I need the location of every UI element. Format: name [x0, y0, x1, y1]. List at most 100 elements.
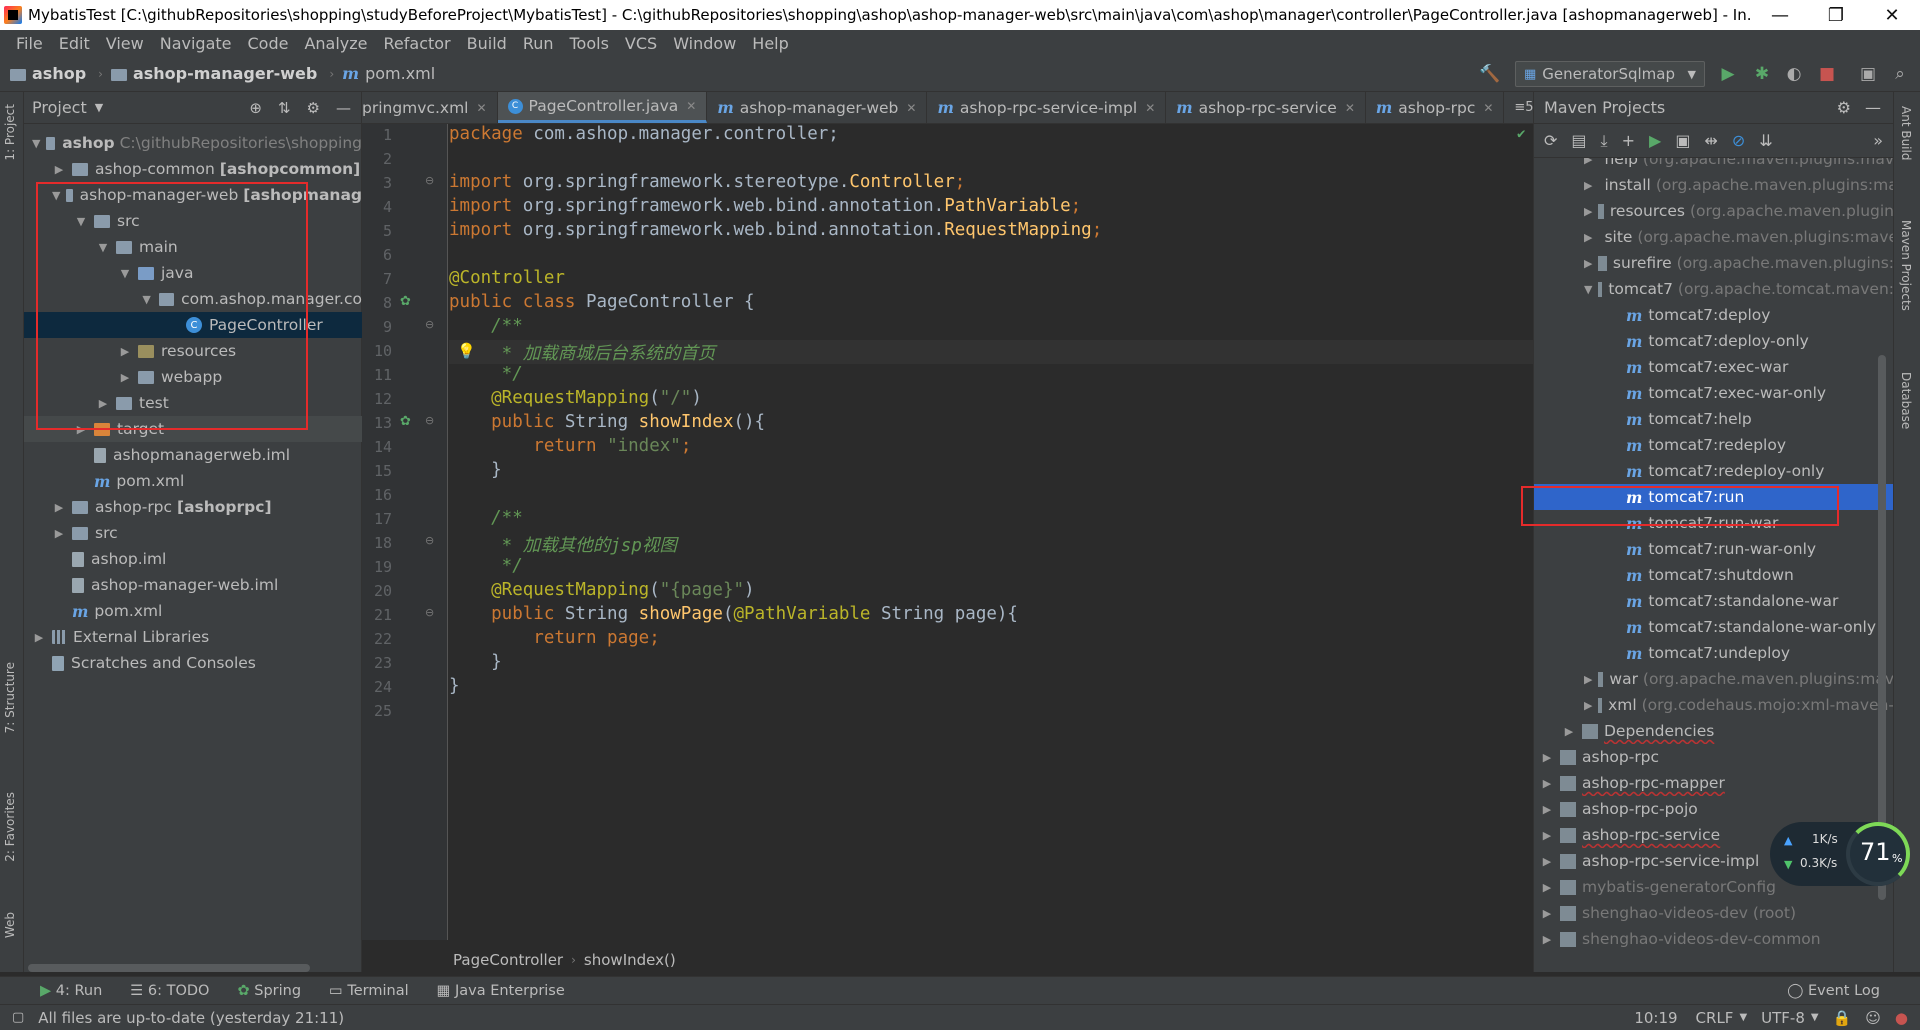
collapse-all-icon[interactable]: ⇊ — [1759, 131, 1772, 150]
build-hammer-icon[interactable]: 🔨 — [1478, 62, 1502, 86]
maven-goal-run-war-only[interactable]: m tomcat7:run-war-only — [1534, 536, 1894, 562]
maven-goal-redeploy[interactable]: m tomcat7:redeploy — [1534, 432, 1894, 458]
tree-item-manager-web-iml[interactable]: ashop-manager-web.iml — [24, 572, 362, 598]
minimize-button[interactable]: — — [1752, 0, 1808, 30]
maximize-button[interactable]: ❐ — [1808, 0, 1864, 30]
inspection-ok-icon[interactable]: ✔ — [1517, 126, 1525, 142]
maven-goal-standalone-war-only[interactable]: m tomcat7:standalone-war-only — [1534, 614, 1894, 640]
maven-project-videos-dev[interactable]: ▶ shenghao-videos-dev (root) — [1534, 900, 1894, 926]
close-icon[interactable]: ✕ — [476, 101, 486, 115]
tab-rpc[interactable]: m ashop-rpc ✕ — [1366, 92, 1505, 123]
spring-bean-icon[interactable]: ✿ — [400, 294, 411, 309]
fold-icon[interactable]: ⊖ — [425, 606, 434, 619]
tree-item-ashop-rpc[interactable]: ▶ ashop-rpc [ashoprpc] — [24, 494, 362, 520]
download-icon[interactable]: ⤓ — [1601, 131, 1608, 151]
maven-goal-standalone-war[interactable]: m tomcat7:standalone-war — [1534, 588, 1894, 614]
close-icon[interactable]: ✕ — [1483, 101, 1493, 115]
tool-tab-structure[interactable]: 7: Structure — [3, 662, 17, 733]
lightbulb-icon[interactable]: 💡 — [457, 342, 476, 360]
fold-icon[interactable]: ⊖ — [425, 318, 434, 331]
project-view-selector[interactable]: Project — [32, 98, 87, 117]
maven-dependencies[interactable]: ▶ Dependencies — [1534, 718, 1894, 744]
tool-terminal[interactable]: ▭ Terminal — [329, 983, 409, 999]
code-editor[interactable]: package com.ashop.manager.controller; im… — [449, 124, 1533, 940]
fold-icon[interactable]: ⊖ — [425, 414, 434, 427]
nav-crumb-ashop[interactable]: ashop — [10, 64, 86, 83]
collapse-icon[interactable]: ⇅ — [278, 99, 291, 117]
debug-icon[interactable]: ✱ — [1750, 62, 1774, 86]
lock-icon[interactable]: 🔒 — [1833, 1009, 1852, 1027]
spring-mapping-icon[interactable]: ✿ — [400, 414, 411, 429]
fold-icon[interactable]: ⊖ — [425, 174, 434, 187]
menu-tools[interactable]: Tools — [562, 34, 617, 53]
generate-sources-icon[interactable]: ▤ — [1571, 131, 1586, 150]
hide-icon[interactable]: — — [336, 99, 351, 117]
tool-java-enterprise[interactable]: ▦ Java Enterprise — [437, 983, 565, 999]
line-separator[interactable]: CRLF — [1696, 1009, 1734, 1027]
fold-icon[interactable]: ⊖ — [425, 534, 434, 547]
maven-goal-exec-war-only[interactable]: m tomcat7:exec-war-only — [1534, 380, 1894, 406]
tool-tab-favorites[interactable]: 2: Favorites — [3, 792, 17, 862]
chevron-down-icon[interactable]: ▼ — [95, 101, 103, 114]
toggle-offline-icon[interactable]: ⇹ — [1704, 131, 1717, 150]
maven-project-ashop-rpc-mapper[interactable]: ▶ ashop-rpc-mapper — [1534, 770, 1894, 796]
maven-goal-deploy[interactable]: m tomcat7:deploy — [1534, 302, 1894, 328]
gear-icon[interactable]: ⚙ — [307, 99, 320, 117]
maven-plugin-site[interactable]: ▶ site (org.apache.maven.plugins:mave — [1534, 224, 1894, 250]
tree-item-external-libraries[interactable]: ▶ External Libraries — [24, 624, 362, 650]
nav-crumb-pom[interactable]: m pom.xml — [342, 64, 435, 83]
menu-edit[interactable]: Edit — [51, 34, 98, 53]
project-structure-icon[interactable]: ▣ — [1856, 62, 1880, 86]
maven-goal-redeploy-only[interactable]: m tomcat7:redeploy-only — [1534, 458, 1894, 484]
toggle-tool-windows-icon[interactable]: ▢ — [12, 1010, 24, 1025]
menu-refactor[interactable]: Refactor — [376, 34, 459, 53]
maven-goal-shutdown[interactable]: m tomcat7:shutdown — [1534, 562, 1894, 588]
maven-plugin-install[interactable]: ▶ install (org.apache.maven.plugins:ma — [1534, 172, 1894, 198]
tool-event-log[interactable]: ◯ Event Log — [1787, 983, 1880, 999]
menu-window[interactable]: Window — [665, 34, 744, 53]
tab-manager-web[interactable]: m ashop-manager-web ✕ — [707, 92, 928, 123]
more-icon[interactable]: » — [1873, 131, 1883, 150]
maven-plugin-surefire[interactable]: ▶ surefire (org.apache.maven.plugins: — [1534, 250, 1894, 276]
notification-icon[interactable]: ● — [1895, 1009, 1908, 1027]
tool-tab-ant-build[interactable]: Ant Build — [1899, 106, 1913, 160]
run-icon[interactable]: ▶ — [1716, 62, 1740, 86]
menu-help[interactable]: Help — [744, 34, 796, 53]
close-icon[interactable]: ✕ — [1145, 101, 1155, 115]
locate-icon[interactable]: ⊕ — [249, 99, 262, 117]
maven-project-videos-dev-common[interactable]: ▶ shenghao-videos-dev-common — [1534, 926, 1894, 952]
inspector-icon[interactable]: ☺ — [1865, 1009, 1881, 1027]
skip-tests-icon[interactable]: ⊘ — [1732, 131, 1745, 150]
tool-tab-database[interactable]: Database — [1899, 372, 1913, 429]
tree-item-root-pom[interactable]: m pom.xml — [24, 598, 362, 624]
menu-run[interactable]: Run — [515, 34, 562, 53]
menu-analyze[interactable]: Analyze — [296, 34, 375, 53]
tree-item-ashop[interactable]: ▼ ashop C:\githubRepositories\shopping — [24, 130, 362, 156]
tab-springmvc[interactable]: pringmvc.xml ✕ — [362, 92, 498, 123]
close-icon[interactable]: ✕ — [686, 99, 696, 113]
maven-plugin-tomcat7[interactable]: ▼ tomcat7 (org.apache.tomcat.maven: — [1534, 276, 1894, 302]
run-config-select[interactable]: ▦ GeneratorSqlmap ▼ — [1515, 61, 1705, 87]
maven-plugin-resources[interactable]: ▶ resources (org.apache.maven.plugin — [1534, 198, 1894, 224]
breadcrumb-class[interactable]: PageController — [453, 951, 563, 969]
tree-item-pom[interactable]: m pom.xml — [24, 468, 362, 494]
maven-project-ashop-rpc-pojo[interactable]: ▶ ashop-rpc-pojo — [1534, 796, 1894, 822]
horizontal-scrollbar[interactable] — [28, 964, 310, 972]
search-icon[interactable]: ⌕ — [1888, 62, 1912, 86]
maven-scrollbar[interactable] — [1878, 355, 1886, 900]
tool-tab-web[interactable]: Web — [3, 912, 17, 938]
tree-item-ashop-iml[interactable]: ashop.iml — [24, 546, 362, 572]
maven-goal-undeploy[interactable]: m tomcat7:undeploy — [1534, 640, 1894, 666]
maven-plugin-help[interactable]: ▶ help (org.apache.maven.plugins:mav — [1534, 158, 1894, 172]
menu-code[interactable]: Code — [240, 34, 297, 53]
tool-tab-maven-projects[interactable]: Maven Projects — [1899, 220, 1913, 311]
close-icon[interactable]: ✕ — [1345, 101, 1355, 115]
close-window-button[interactable]: ✕ — [1864, 0, 1920, 30]
tool-run[interactable]: ▶ 4: Run — [40, 983, 102, 999]
tree-item-iml[interactable]: ashopmanagerweb.iml — [24, 442, 362, 468]
execute-goal-icon[interactable]: ▣ — [1675, 131, 1690, 150]
tree-item-root-src[interactable]: ▶ src — [24, 520, 362, 546]
maven-project-ashop-rpc[interactable]: ▶ ashop-rpc — [1534, 744, 1894, 770]
maven-goal-help[interactable]: m tomcat7:help — [1534, 406, 1894, 432]
menu-build[interactable]: Build — [459, 34, 515, 53]
